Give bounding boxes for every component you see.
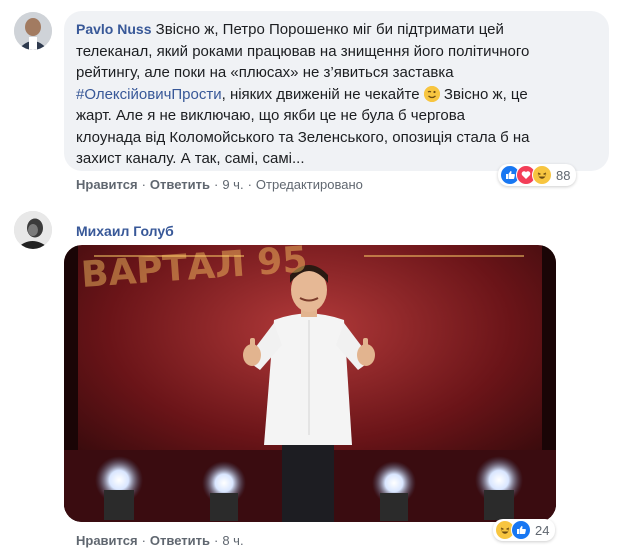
separator-dot: · [213, 533, 219, 548]
reply-link[interactable]: Ответить [150, 533, 210, 548]
reply-link[interactable]: Ответить [150, 177, 210, 192]
comment-line: телеканал, який роками працював на знище… [76, 42, 530, 60]
comment-line: захист каналу. А так, самі, самі... [76, 150, 305, 167]
reactions-summary[interactable]: 88 [498, 164, 577, 186]
gif-stage-image: ВАРТАЛ 95 [64, 245, 556, 522]
comment-line: жарт. Але я не виключаю, що якби це не б… [76, 107, 465, 124]
comment-actions: Нравится · Ответить · 8 ч. [76, 533, 244, 548]
avatar-photo [14, 12, 52, 50]
reactions-count: 88 [556, 167, 571, 183]
comment-bubble: Pavlo Nuss Звісно ж, Петро Порошенко міг… [64, 11, 609, 171]
like-reaction-icon [511, 520, 531, 540]
separator-dot: · [213, 177, 219, 192]
avatar[interactable] [14, 12, 52, 50]
separator-dot: · [141, 177, 146, 192]
comment-line: клоунада від Коломойського та Зеленськог… [76, 128, 530, 146]
wink-emoji-icon [423, 85, 440, 102]
avatar[interactable] [14, 211, 52, 249]
comment-time[interactable]: 8 ч. [222, 533, 243, 548]
like-link[interactable]: Нравится [76, 177, 138, 192]
comment-actions: Нравится · Ответить · 9 ч. · Отредактировано [76, 177, 363, 192]
comment-author[interactable]: Михаил Голуб [76, 223, 174, 239]
haha-reaction-icon [532, 165, 552, 185]
comment-line: рейтингу, але поки на «плюсах» не з’явит… [76, 64, 454, 81]
comment-line: Звісно ж, Петро Порошенко міг би підтрим… [155, 21, 504, 38]
reactions-summary[interactable]: 24 [493, 519, 556, 541]
comment-author[interactable]: Pavlo Nuss [76, 21, 151, 37]
gif-image[interactable]: ВАРТАЛ 95 [64, 245, 556, 522]
comment-line: , ніяких движеній не чекайте [221, 85, 420, 103]
separator-dot: · [141, 533, 146, 548]
separator-dot: · [247, 177, 252, 192]
comment-line: Звісно ж, це [439, 85, 528, 103]
hashtag-link[interactable]: #ОлексійовичПрости [76, 86, 222, 103]
comment-time[interactable]: 9 ч. [222, 177, 243, 192]
edited-label: Отредактировано [255, 177, 363, 192]
reactions-count: 24 [535, 522, 550, 538]
comment-text: Pavlo Nuss Звісно ж, Петро Порошенко міг… [76, 19, 599, 170]
like-link[interactable]: Нравится [76, 533, 138, 548]
avatar-photo [14, 211, 52, 249]
